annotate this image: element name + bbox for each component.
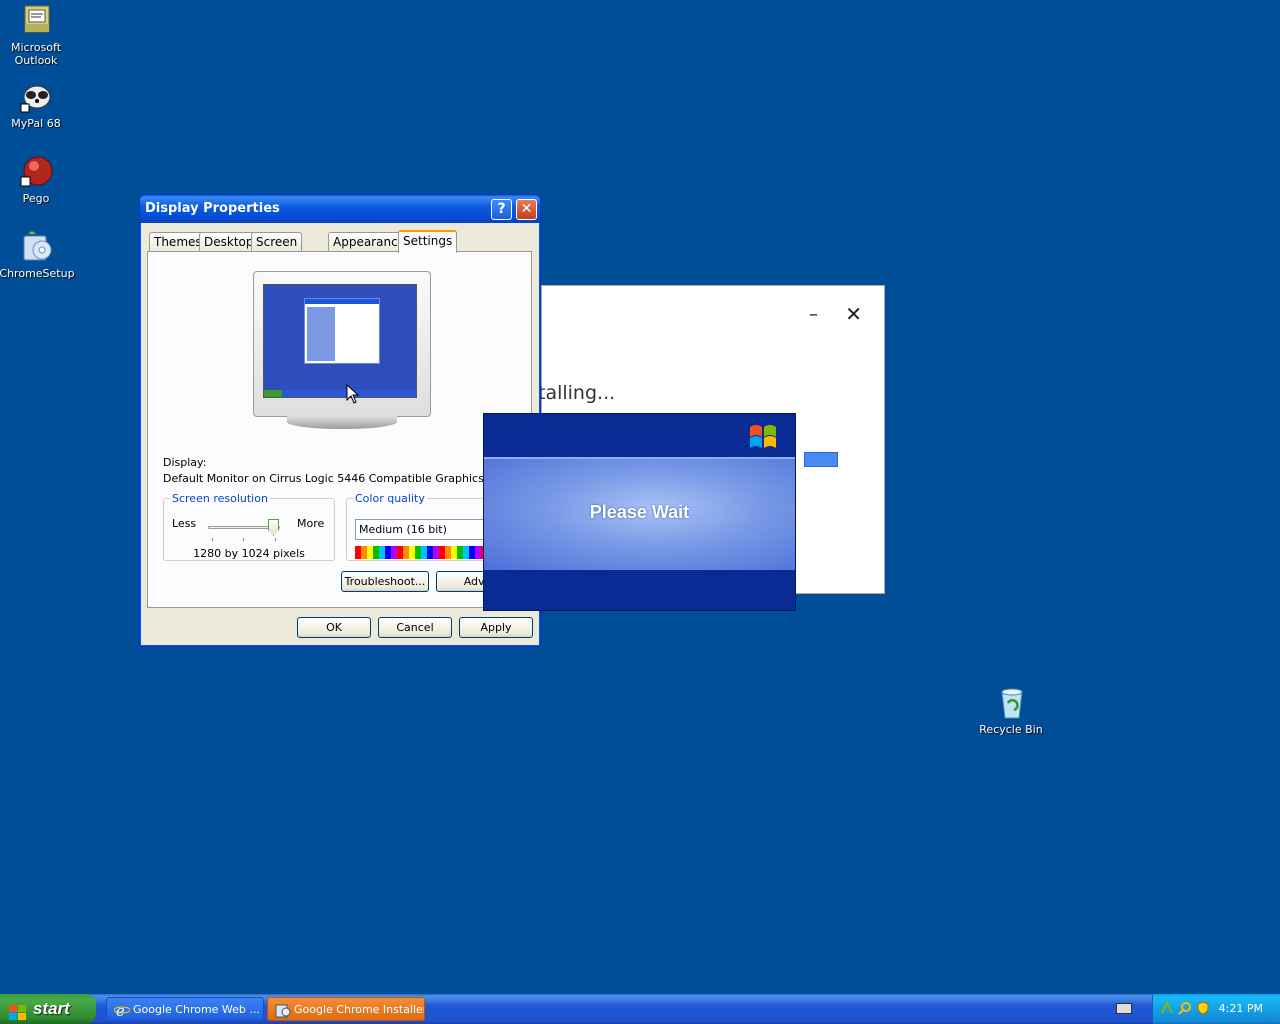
taskbar-item-chrome-web[interactable]: e Google Chrome Web ... <box>106 997 264 1021</box>
system-tray: 4:21 PM <box>1152 994 1280 1024</box>
resolution-slider-ticks <box>212 538 276 542</box>
ok-button[interactable]: OK <box>297 617 371 638</box>
search-icon[interactable] <box>1178 1001 1192 1015</box>
monitor-preview <box>253 271 431 431</box>
desktop-icon-label: Microsoft Outlook <box>10 41 62 67</box>
desktop-icon-pego[interactable]: Pego <box>0 155 76 205</box>
desktop-icon-mypal[interactable]: MyPal 68 <box>0 80 76 130</box>
preview-start <box>264 390 282 397</box>
mouse-cursor-icon <box>346 383 360 408</box>
display-adapter-name: Default Monitor on Cirrus Logic 5446 Com… <box>163 472 531 485</box>
color-quality-select[interactable]: Medium (16 bit) <box>355 519 495 540</box>
display-label: Display: <box>163 456 207 469</box>
keyboard-layout-icon[interactable] <box>1116 1003 1132 1014</box>
svg-text:e: e <box>116 1002 125 1018</box>
settings-tab-panel: Display: Default Monitor on Cirrus Logic… <box>147 251 536 608</box>
desktop-icon-label: MyPal 68 <box>11 117 61 130</box>
outlook-icon <box>19 4 53 38</box>
monitor-bezel <box>253 271 431 417</box>
apply-button[interactable]: Apply <box>459 617 533 638</box>
taskbar: start e Google Chrome Web ... Google Chr… <box>0 994 1280 1024</box>
resolution-value: 1280 by 1024 pixels <box>193 547 305 560</box>
screen-resolution-legend: Screen resolution <box>172 492 268 505</box>
desktop-icon-label: Pego <box>22 192 50 205</box>
window-titlebar[interactable]: Display Properties ? ✕ <box>140 195 540 223</box>
tab-settings[interactable]: Settings <box>398 230 458 253</box>
taskbar-clock[interactable]: 4:21 PM <box>1219 1002 1263 1015</box>
tab-screen-saver[interactable]: Screen Saver <box>251 232 303 267</box>
tab-desktop[interactable]: Desktop <box>199 232 259 252</box>
desktop-icon-recycle-bin[interactable]: Recycle Bin <box>971 686 1051 736</box>
desktop-icon-label: Recycle Bin <box>979 723 1043 736</box>
pego-icon <box>19 155 53 189</box>
preview-window <box>304 298 380 364</box>
monitor-screen <box>263 284 417 398</box>
start-label: start <box>33 999 70 1018</box>
close-button[interactable]: ✕ <box>516 199 537 220</box>
help-button[interactable]: ? <box>491 199 512 220</box>
monitor-stand <box>287 415 397 429</box>
color-quality-preview-bar <box>355 546 495 559</box>
screen-resolution-group: Screen resolution Less More 1280 by 1024… <box>163 492 335 561</box>
install-progress-bar <box>804 452 838 467</box>
mypal-icon <box>19 80 53 114</box>
network-icon[interactable] <box>1160 1000 1174 1015</box>
display-properties-window: Display Properties ? ✕ Themes Desktop Sc… <box>139 194 541 647</box>
taskbar-item-chrome-installer[interactable]: Google Chrome Installer <box>267 997 425 1021</box>
installer-icon <box>275 1002 291 1018</box>
resolution-less-label: Less <box>172 517 197 530</box>
desktop-icon-label: ChromeSetup <box>0 267 75 280</box>
please-wait-message: Please Wait <box>589 502 690 522</box>
please-wait-banner: Please Wait <box>484 457 795 570</box>
install-status-text: talling... <box>538 382 616 404</box>
window-body: Themes Desktop Screen Saver Appearance S… <box>144 223 536 642</box>
ie-icon: e <box>113 1002 131 1020</box>
resolution-more-label: More <box>297 517 325 530</box>
chromesetup-icon <box>20 230 54 264</box>
desktop-icon-chromesetup[interactable]: ChromeSetup <box>0 230 77 280</box>
windows-flag-icon <box>9 1001 27 1020</box>
taskbar-item-label: Google Chrome Web ... <box>133 1003 260 1016</box>
color-quality-legend: Color quality <box>355 492 425 505</box>
taskbar-item-label: Google Chrome Installer <box>294 1003 425 1016</box>
recycle-bin-icon <box>994 686 1028 720</box>
window-title: Display Properties <box>145 201 280 216</box>
windows-logo-icon <box>748 421 780 451</box>
troubleshoot-button[interactable]: Troubleshoot... <box>341 571 429 592</box>
cancel-button[interactable]: Cancel <box>378 617 452 638</box>
minimize-button[interactable]: – <box>809 304 818 325</box>
desktop-icon-outlook[interactable]: Microsoft Outlook <box>0 4 76 67</box>
please-wait-dialog: Please Wait <box>483 413 796 611</box>
preview-taskbar <box>264 390 416 397</box>
start-button[interactable]: start <box>0 994 96 1024</box>
close-button[interactable]: ✕ <box>845 302 862 326</box>
tab-themes[interactable]: Themes <box>149 232 207 252</box>
security-shield-icon[interactable] <box>1196 1001 1210 1015</box>
resolution-slider-thumb[interactable] <box>268 519 279 536</box>
